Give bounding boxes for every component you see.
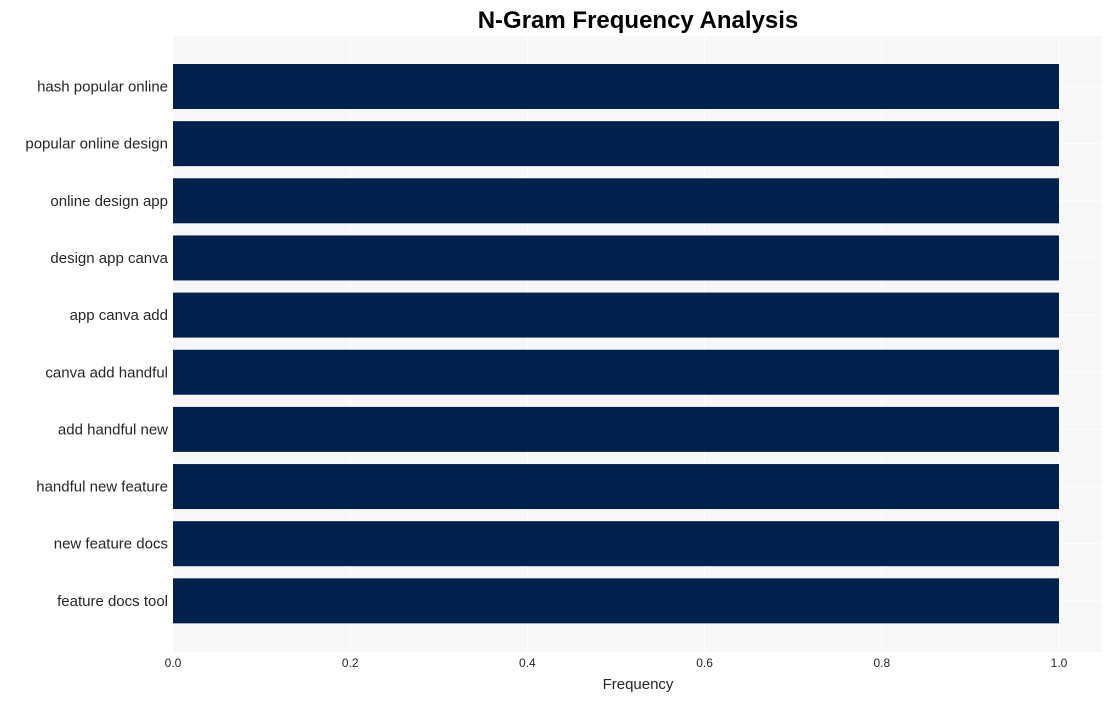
x-tick-label: 0.4 xyxy=(519,656,536,670)
bar xyxy=(173,406,1059,452)
bar xyxy=(173,292,1059,338)
bar xyxy=(173,521,1059,567)
x-tick-label: 1.0 xyxy=(1051,656,1068,670)
y-tick-label: canva add handful xyxy=(45,364,168,381)
x-tick-label: 0.6 xyxy=(696,656,713,670)
x-tick-label: 0.0 xyxy=(165,656,182,670)
bar xyxy=(173,121,1059,167)
y-tick-label: popular online design xyxy=(25,136,168,153)
y-tick-label: feature docs tool xyxy=(57,593,168,610)
bar xyxy=(173,235,1059,281)
x-tick-label: 0.2 xyxy=(342,656,359,670)
y-tick-label: online design app xyxy=(50,193,168,210)
y-tick-label: design app canva xyxy=(50,250,168,267)
bar xyxy=(173,578,1059,624)
chart: hash popular online popular online design… xyxy=(25,7,1102,693)
y-tick-label: add handful new xyxy=(58,421,168,438)
chart-title: N-Gram Frequency Analysis xyxy=(478,7,799,34)
y-tick-labels: hash popular online popular online design… xyxy=(25,79,168,610)
y-tick-label: hash popular online xyxy=(37,79,168,96)
x-tick-labels: 0.0 0.2 0.4 0.6 0.8 1.0 xyxy=(165,656,1068,670)
bar xyxy=(173,178,1059,224)
x-axis-label: Frequency xyxy=(603,676,674,693)
y-tick-label: app canva add xyxy=(70,307,168,324)
x-tick-label: 0.8 xyxy=(873,656,890,670)
bar xyxy=(173,464,1059,510)
bar xyxy=(173,349,1059,395)
y-tick-label: new feature docs xyxy=(54,536,168,553)
y-tick-label: handful new feature xyxy=(36,479,168,496)
bar xyxy=(173,64,1059,109)
